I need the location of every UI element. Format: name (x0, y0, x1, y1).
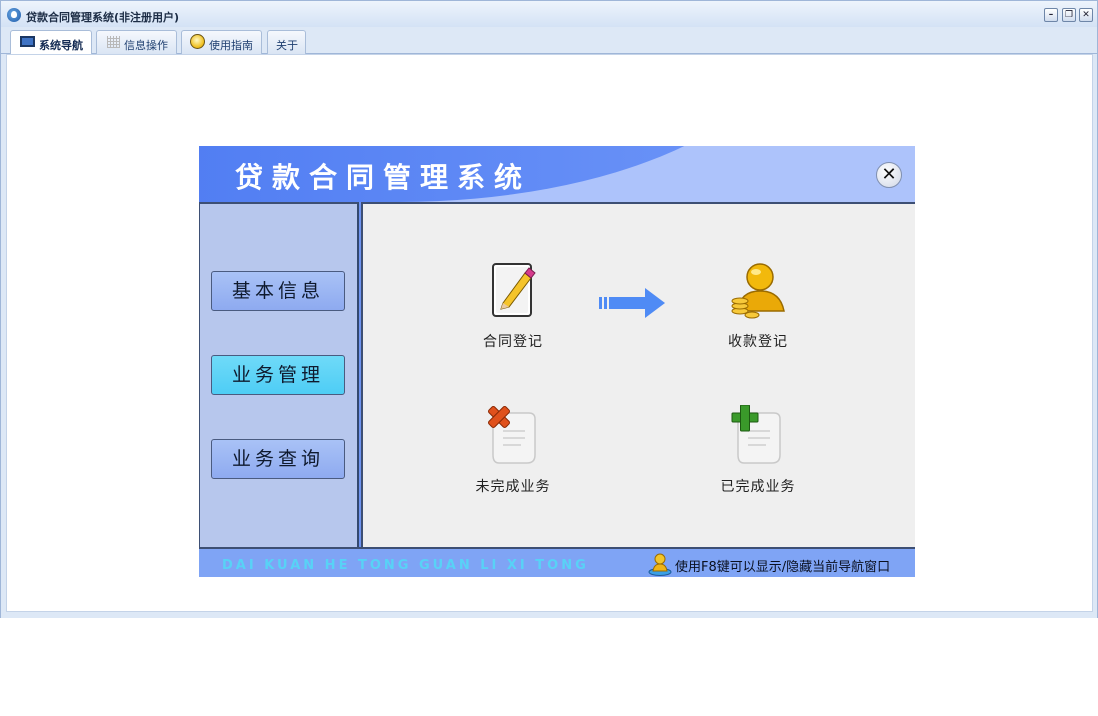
tab-bar: 系统导航 信息操作 使用指南 关于 (1, 27, 1097, 55)
tile-label: 合同登记 (483, 334, 543, 350)
tab-about[interactable]: 关于 (267, 30, 306, 54)
unfinished-business-tile[interactable]: 未完成业务 (458, 405, 568, 505)
tile-label: 已完成业务 (720, 479, 796, 495)
tab-label: 系统导航 (39, 39, 83, 52)
minimize-button[interactable]: – (1044, 8, 1058, 22)
panel-footer: DAI KUAN HE TONG GUAN LI XI TONG 使用F8键可以… (199, 547, 915, 577)
edit-document-icon (492, 263, 536, 317)
f8-hint-text: 使用F8键可以显示/隐藏当前导航窗口 (675, 560, 891, 575)
title-bar: 贷款合同管理系统(非注册用户) – ❐ ✕ (1, 1, 1097, 27)
tile-label: 未完成业务 (475, 479, 551, 495)
payment-registration-tile[interactable]: 收款登记 (703, 261, 813, 361)
status-strip (1, 612, 1097, 618)
app-logo-icon (7, 8, 21, 22)
close-panel-button[interactable]: ✕ (876, 162, 902, 188)
close-window-button[interactable]: ✕ (1079, 8, 1093, 22)
panel-banner: 贷款合同管理系统 ✕ (199, 146, 915, 202)
tab-label: 使用指南 (209, 39, 253, 52)
grid-icon (107, 36, 120, 48)
add-document-icon (731, 405, 781, 464)
money-user-icon (731, 263, 785, 319)
monitor-icon (20, 36, 35, 47)
bulb-icon (190, 34, 205, 49)
restore-button[interactable]: ❐ (1062, 8, 1076, 22)
tab-user-guide[interactable]: 使用指南 (181, 30, 262, 54)
sidebar-item-business-management[interactable]: 业务管理 (211, 355, 345, 395)
tab-label: 信息操作 (124, 39, 168, 52)
flow-arrow-icon (599, 288, 665, 318)
user-hint-icon (648, 553, 672, 576)
footer-pinyin-subtitle: DAI KUAN HE TONG GUAN LI XI TONG (222, 558, 589, 573)
tab-info-operations[interactable]: 信息操作 (96, 30, 177, 54)
finished-business-tile[interactable]: 已完成业务 (703, 405, 813, 505)
tab-label: 关于 (276, 39, 298, 52)
sidebar-item-basic-info[interactable]: 基本信息 (211, 271, 345, 311)
navigation-panel: 贷款合同管理系统 ✕ 基本信息 业务管理 业务查询 合同登记 收款登记 未完成业… (199, 146, 915, 577)
tab-system-navigation[interactable]: 系统导航 (10, 30, 92, 55)
panel-title: 贷款合同管理系统 (235, 161, 532, 194)
main-area: 合同登记 收款登记 未完成业务 已完成业务 (361, 202, 915, 547)
sidebar: 基本信息 业务管理 业务查询 (199, 202, 359, 547)
contract-registration-tile[interactable]: 合同登记 (458, 261, 568, 361)
tile-label: 收款登记 (728, 334, 788, 350)
delete-document-icon (488, 406, 536, 464)
window-title: 贷款合同管理系统(非注册用户) (26, 11, 180, 24)
sidebar-item-business-query[interactable]: 业务查询 (211, 439, 345, 479)
